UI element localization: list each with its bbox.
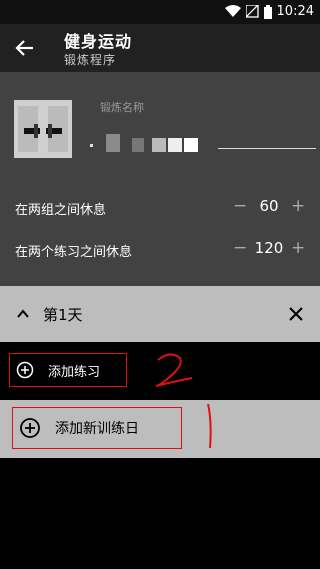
wifi-icon <box>224 5 241 17</box>
workout-settings-panel: 锻炼名称 在两组之间休息 − 60 + 在两个练习之间休息 − 120 + <box>0 72 320 292</box>
close-icon[interactable] <box>288 306 304 322</box>
workout-name-label: 锻炼名称 <box>100 101 144 114</box>
page-subtitle: 锻炼程序 <box>64 53 117 67</box>
decrease-button[interactable]: − <box>233 196 247 216</box>
add-training-day-button[interactable]: 添加新训练日 <box>12 407 182 449</box>
rest-between-sets-value: 60 <box>259 197 279 215</box>
back-arrow-icon[interactable] <box>14 37 36 59</box>
rest-between-sets-stepper: − 60 + <box>233 196 305 216</box>
workout-name-value[interactable] <box>88 134 198 154</box>
rest-between-exercises-value: 120 <box>254 239 284 257</box>
decrease-button[interactable]: − <box>233 238 247 258</box>
add-training-day-label: 添加新训练日 <box>55 421 139 437</box>
annotation-mark-1 <box>207 403 212 449</box>
day-title: 第1天 <box>43 306 83 324</box>
workout-image-graphic <box>14 100 72 158</box>
add-circle-icon <box>16 361 34 379</box>
annotation-mark-2 <box>155 353 193 387</box>
rest-between-sets-label: 在两组之间休息 <box>15 203 107 218</box>
rest-between-exercises-stepper: − 120 + <box>233 238 305 258</box>
add-circle-icon <box>20 418 40 438</box>
add-exercise-label: 添加练习 <box>48 364 101 380</box>
status-bar: 10:24 <box>0 0 320 24</box>
workout-name-underline <box>218 148 316 149</box>
add-exercise-button[interactable]: 添加练习 <box>9 353 127 387</box>
rest-between-exercises-label: 在两个练习之间休息 <box>15 245 133 260</box>
workout-image[interactable] <box>14 100 72 158</box>
app-bar: 健身运动 锻炼程序 <box>0 24 320 72</box>
day-header[interactable]: 第1天 <box>0 286 320 342</box>
increase-button[interactable]: + <box>291 196 305 216</box>
status-icons: 10:24 <box>224 4 314 19</box>
page-title: 健身运动 <box>64 32 133 51</box>
battery-icon <box>263 4 272 19</box>
status-time: 10:24 <box>276 4 314 19</box>
increase-button[interactable]: + <box>291 238 305 258</box>
signal-icon <box>245 5 259 18</box>
chevron-up-icon[interactable] <box>16 307 30 321</box>
